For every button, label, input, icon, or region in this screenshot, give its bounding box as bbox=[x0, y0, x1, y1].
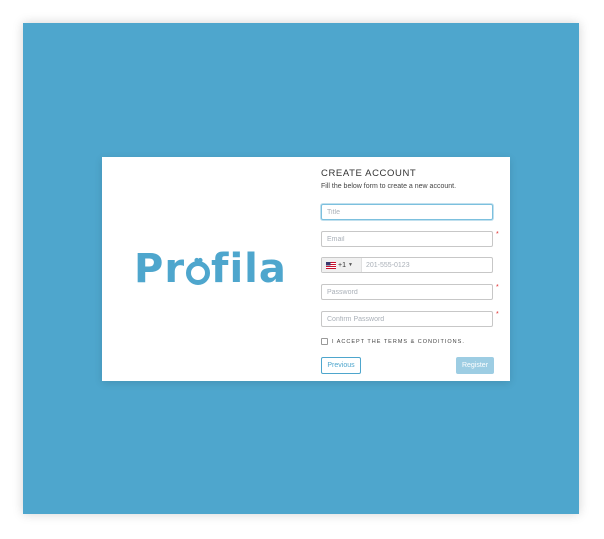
terms-checkbox[interactable] bbox=[321, 338, 328, 345]
logo-o-mark bbox=[186, 257, 211, 285]
confirm-password-required-marker: * bbox=[496, 311, 499, 318]
form-title: CREATE ACCOUNT bbox=[321, 168, 417, 179]
email-input[interactable] bbox=[321, 231, 493, 247]
terms-label[interactable]: I ACCEPT THE TERMS & CONDITIONS. bbox=[332, 339, 465, 345]
confirm-password-input[interactable] bbox=[321, 311, 493, 327]
country-code-selector[interactable]: +1 ▼ bbox=[322, 258, 362, 272]
email-required-marker: * bbox=[496, 231, 499, 238]
previous-button[interactable]: Previous bbox=[321, 357, 361, 374]
logo-text-prefix: Pr bbox=[134, 246, 186, 292]
phone-field: +1 ▼ bbox=[321, 257, 493, 273]
phone-input[interactable] bbox=[362, 258, 492, 272]
country-code: +1 bbox=[338, 261, 346, 269]
register-button[interactable]: Register bbox=[456, 357, 494, 374]
heart-icon bbox=[194, 257, 203, 266]
page-background: Pr fila CREATE ACCOUNT Fill the below for… bbox=[23, 23, 579, 514]
us-flag-icon bbox=[326, 261, 336, 269]
password-required-marker: * bbox=[496, 284, 499, 291]
registration-card: Pr fila CREATE ACCOUNT Fill the below for… bbox=[102, 157, 510, 381]
terms-row: I ACCEPT THE TERMS & CONDITIONS. bbox=[321, 338, 465, 345]
password-input[interactable] bbox=[321, 284, 493, 300]
form-subtitle: Fill the below form to create a new acco… bbox=[321, 183, 457, 190]
logo-text-suffix: fila bbox=[211, 246, 287, 292]
caret-down-icon: ▼ bbox=[347, 262, 353, 268]
profila-logo: Pr fila bbox=[134, 247, 287, 291]
title-input[interactable] bbox=[321, 204, 493, 220]
